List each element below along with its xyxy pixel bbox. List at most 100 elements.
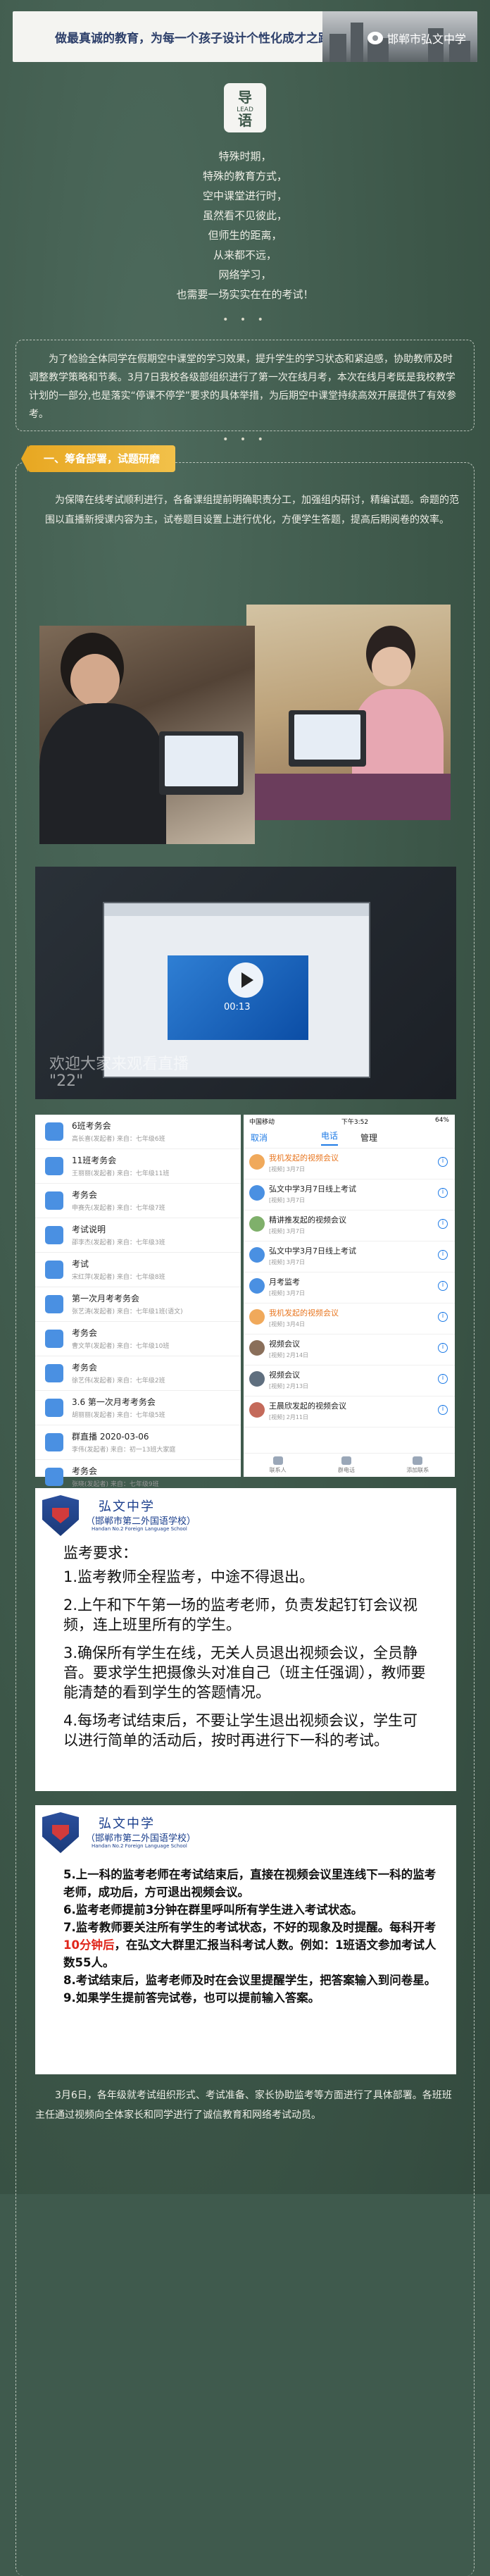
footer-paragraph: 3月6日，各年级就考试组织形式、考试准备、家长协助监考等方面进行了具体部署。各班… (35, 2090, 452, 2121)
meeting-list-screenshot: 6班考务会 高长喜(发起者) 来自：七年级6班 11班考务会 王丽丽(发起者) 来自… (35, 1115, 241, 1494)
phone-call-screenshot: 中国移动 下午3:52 64% 取消 电话 管理 我机发起的视频会议 [视频] 3… (244, 1115, 455, 1477)
school-crest-icon (42, 1812, 79, 1853)
list-item[interactable]: 王晨欣发起的视频会议 [视频] 2月11日 i (244, 1397, 455, 1428)
lead-poem: 特殊时期， 特殊的教育方式， 空中课堂进行时， 虽然看不见彼此， 但师生的距离，… (176, 150, 314, 301)
photo-teacher-male (39, 626, 255, 844)
list-item[interactable]: 月考监考 [视频] 3月7日 i (244, 1272, 455, 1304)
info-icon[interactable]: i (438, 1405, 448, 1415)
brand-name: 邯郸市弘文中学 (387, 32, 466, 46)
list-item[interactable]: 弘文中学3月7日线上考试 [视频] 3月7日 i (244, 1179, 455, 1210)
header-banner: 做最真诚的教育，为每一个孩子设计个性化成才之路。 邯郸市弘文中学 (13, 11, 477, 62)
list-item: 9.如果学生提前答完试卷，也可以提前输入答案。 (63, 1991, 320, 2005)
school-crest-icon (42, 1495, 79, 1536)
live-banner-2: "22" (49, 1072, 84, 1090)
section-text: 为保障在线考试顺利进行，各备课组提前明确职责分工，加强组内研讨，精编试题。命题的… (45, 495, 459, 526)
tab-contacts[interactable]: 联系人 (270, 1456, 287, 1477)
list-item[interactable]: 考试 宋红萍(发起者) 来自：七年级8班 (35, 1253, 241, 1287)
list-item: 2.上午和下午第一场的监考老师，负责发起钉钉会议视频，连上班里所有的学生。 (63, 1597, 418, 1633)
info-icon[interactable]: i (438, 1281, 448, 1291)
list-item[interactable]: 我机发起的视频会议 [视频] 3月4日 i (244, 1304, 455, 1335)
list-item[interactable]: 弘文中学3月7日线上考试 [视频] 3月7日 i (244, 1241, 455, 1272)
list-item: 7.监考教师要关注所有学生的考试状态，不好的现象及时提醒。每科开考10分钟后，在… (63, 1921, 436, 1969)
avatar (249, 1371, 265, 1387)
dot-divider: • • • (222, 314, 268, 326)
school-full-name: （邯郸市第二外国语学校） (86, 1516, 196, 1527)
dot-divider: • • • (222, 434, 268, 445)
add-user-icon (413, 1456, 423, 1465)
list-item[interactable]: 视频会议 [视频] 2月13日 i (244, 1366, 455, 1397)
list-item[interactable]: 第一次月考考务会 张艺涛(发起者) 来自：七年级1班(语文) (35, 1287, 241, 1322)
intro-paragraph: 为了检验全体同学在假期空中课堂的学习效果，提升学生的学习状态和紧迫感，协助教师及… (15, 340, 475, 431)
status-bar: 中国移动 下午3:52 64% (249, 1117, 449, 1126)
info-icon[interactable]: i (438, 1312, 448, 1322)
list-item: 3.确保所有学生在线，无关人员退出视频会议，全员静音。要求学生把摄像头对准自己（… (63, 1645, 426, 1701)
list-item: 1.监考教师全程监考，中途不得退出。 (63, 1568, 315, 1585)
list-item[interactable]: 6班考务会 高长喜(发起者) 来自：七年级6班 (35, 1115, 241, 1149)
info-icon[interactable]: i (438, 1157, 448, 1167)
avatar (249, 1247, 265, 1263)
video-meeting-icon (45, 1191, 63, 1210)
tab-group-call[interactable]: 群电话 (338, 1456, 355, 1477)
list-item[interactable]: 考务会 曹文苹(发起者) 来自：七年级10班 (35, 1322, 241, 1356)
tab-add-contact[interactable]: 添加联系 (406, 1456, 429, 1477)
video-meeting-icon (45, 1157, 63, 1175)
photo-teacher-female (246, 605, 451, 820)
weibo-brand: 邯郸市弘文中学 (367, 30, 466, 47)
video-time: 00:13 (224, 1002, 251, 1013)
info-icon[interactable]: i (438, 1374, 448, 1384)
video-meeting-icon (45, 1433, 63, 1451)
lead-badge: 导 LEAD 语 (224, 83, 266, 132)
avatar (249, 1402, 265, 1418)
contacts-icon (272, 1456, 283, 1465)
top-nav: 取消 电话 管理 (244, 1127, 455, 1148)
bottom-tab-bar: 联系人 群电话 添加联系 (244, 1453, 455, 1477)
list-item[interactable]: 考务会 徐艺伟(发起者) 来自：七年级2班 (35, 1356, 241, 1391)
list-item[interactable]: 考务会 申赛先(发起者) 来自：七年级7班 (35, 1184, 241, 1218)
list-item[interactable]: 我机发起的视频会议 [视频] 3月7日 i (244, 1148, 455, 1179)
school-en-name: Handan No.2 Foreign Language School (92, 1843, 187, 1849)
list-item[interactable]: 11班考务会 王丽丽(发起者) 来自：七年级11班 (35, 1149, 241, 1184)
school-en-name: Handan No.2 Foreign Language School (92, 1526, 187, 1532)
list-item[interactable]: 精讲推发起的视频会议 [视频] 3月7日 i (244, 1210, 455, 1241)
info-icon[interactable]: i (438, 1343, 448, 1353)
info-icon[interactable]: i (438, 1219, 448, 1229)
live-banner: 欢迎大家来观看直播 (49, 1055, 189, 1073)
proctor-notice-2: 弘文中学 （邯郸市第二外国语学校） Handan No.2 Foreign La… (35, 1805, 456, 2074)
video-meeting-icon (45, 1261, 63, 1279)
video-meeting-icon (45, 1330, 63, 1348)
list-item: 4.每场考试结束后，不要让学生退出视频会议，学生可以进行简单的活动后，按时再进行… (63, 1712, 418, 1749)
list-item: 5.上一科的监考老师在考试结束后，直接在视频会议里连线下一科的监考老师，成功后，… (63, 1868, 436, 1899)
school-name: 弘文中学 (99, 1816, 155, 1831)
video-meeting-icon (45, 1295, 63, 1313)
list-item: 8.考试结束后，监考老师及时在会议里提醒学生，把答案输入到问卷星。 (63, 1974, 436, 1987)
list-item: 6.监考老师提前3分钟在群里呼叫所有学生进入考试状态。 (63, 1903, 363, 1916)
weibo-icon (367, 32, 383, 44)
phone-icon (341, 1456, 351, 1465)
info-icon[interactable]: i (438, 1188, 448, 1198)
list-item[interactable]: 3.6 第一次月考考务会 胡丽丽(发起者) 来自：七年级5班 (35, 1391, 241, 1425)
school-name: 弘文中学 (99, 1499, 155, 1514)
notice-heading: 监考要求： (63, 1544, 137, 1561)
video-player[interactable]: 00:13 欢迎大家来观看直播 "22" (35, 867, 456, 1099)
video-meeting-icon (45, 1399, 63, 1417)
video-meeting-icon (45, 1364, 63, 1382)
tab-manage[interactable]: 管理 (360, 1132, 377, 1144)
school-full-name: （邯郸市第二外国语学校） (86, 1833, 196, 1844)
requirements-list: 1.监考教师全程监考，中途不得退出。 2.上午和下午第一场的监考老师，负责发起钉… (63, 1567, 429, 1759)
video-meeting-icon (45, 1122, 63, 1141)
list-item[interactable]: 群直播 2020-03-06 李伟(发起者) 来自：初一13班大家庭 (35, 1425, 241, 1460)
avatar (249, 1216, 265, 1232)
cancel-button[interactable]: 取消 (251, 1132, 268, 1144)
avatar (249, 1309, 265, 1325)
section-title: 一、筹备部署，试题研磨 (28, 445, 176, 472)
tab-phone[interactable]: 电话 (321, 1129, 339, 1146)
list-item[interactable]: 视频会议 [视频] 2月14日 i (244, 1335, 455, 1366)
video-meeting-icon (45, 1226, 63, 1244)
info-icon[interactable]: i (438, 1250, 448, 1260)
video-meeting-icon (45, 1468, 63, 1486)
school-motto: 做最真诚的教育，为每一个孩子设计个性化成才之路。 (55, 32, 342, 46)
avatar (249, 1278, 265, 1294)
avatar (249, 1154, 265, 1170)
play-icon[interactable] (228, 962, 263, 998)
list-item[interactable]: 考试说明 邵李杰(发起者) 来自：七年级3班 (35, 1218, 241, 1253)
